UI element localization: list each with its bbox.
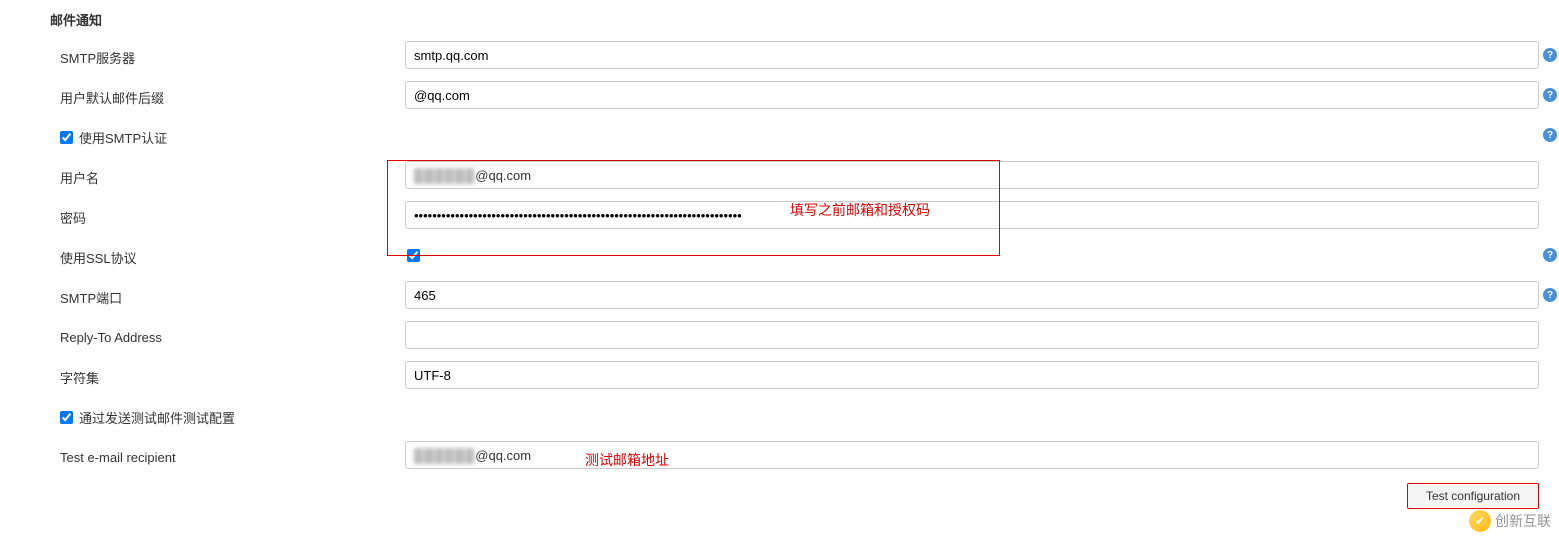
- label-smtp-server: SMTP服务器: [50, 44, 405, 67]
- username-visible-suffix: @qq.com: [475, 168, 531, 183]
- row-smtp-port: SMTP端口 ?: [50, 279, 1559, 311]
- label-smtp-port: SMTP端口: [50, 284, 405, 307]
- row-use-ssl: 使用SSL协议 ?: [50, 239, 1559, 271]
- help-icon[interactable]: ?: [1543, 48, 1557, 62]
- help-icon[interactable]: ?: [1543, 248, 1557, 262]
- label-test-recipient: Test e-mail recipient: [50, 446, 405, 465]
- section-title: 邮件通知: [50, 10, 1559, 29]
- input-charset[interactable]: [405, 361, 1539, 389]
- input-reply-to[interactable]: [405, 321, 1539, 349]
- input-smtp-port[interactable]: [405, 281, 1539, 309]
- label-charset: 字符集: [50, 364, 405, 387]
- label-send-test: 通过发送测试邮件测试配置: [79, 408, 235, 427]
- watermark-icon: ✔: [1469, 510, 1491, 532]
- input-test-recipient[interactable]: ██████@qq.com: [405, 441, 1539, 469]
- help-icon[interactable]: ?: [1543, 128, 1557, 142]
- checkbox-send-test[interactable]: [60, 411, 73, 424]
- row-charset: 字符集: [50, 359, 1559, 391]
- watermark: ✔ 创新互联: [1469, 510, 1551, 532]
- label-use-smtp-auth: 使用SMTP认证: [79, 128, 167, 147]
- help-icon[interactable]: ?: [1543, 88, 1557, 102]
- row-password: 密码: [50, 199, 1559, 231]
- row-user-suffix: 用户默认邮件后缀 ?: [50, 79, 1559, 111]
- input-smtp-server[interactable]: [405, 41, 1539, 69]
- checkbox-use-ssl[interactable]: [407, 249, 420, 262]
- button-row: Test configuration: [50, 483, 1559, 509]
- checkbox-use-smtp-auth[interactable]: [60, 131, 73, 144]
- row-username: 用户名 ██████@qq.com: [50, 159, 1559, 191]
- row-use-smtp-auth: 使用SMTP认证 ?: [50, 119, 1559, 151]
- blurred-text: ██████: [414, 448, 475, 463]
- input-password[interactable]: [405, 201, 1539, 229]
- label-use-ssl: 使用SSL协议: [50, 244, 405, 267]
- label-reply-to: Reply-To Address: [50, 326, 405, 345]
- blurred-text: ██████: [414, 168, 475, 183]
- input-username[interactable]: ██████@qq.com: [405, 161, 1539, 189]
- row-smtp-server: SMTP服务器 ?: [50, 39, 1559, 71]
- test-recipient-visible-suffix: @qq.com: [475, 448, 531, 463]
- test-configuration-button[interactable]: Test configuration: [1407, 483, 1539, 509]
- label-password: 密码: [50, 204, 405, 227]
- row-send-test: 通过发送测试邮件测试配置: [50, 399, 1559, 431]
- watermark-text: 创新互联: [1495, 511, 1551, 531]
- label-username: 用户名: [50, 164, 405, 187]
- row-reply-to: Reply-To Address: [50, 319, 1559, 351]
- label-user-suffix: 用户默认邮件后缀: [50, 84, 405, 107]
- input-user-suffix[interactable]: [405, 81, 1539, 109]
- help-icon[interactable]: ?: [1543, 288, 1557, 302]
- row-test-recipient: Test e-mail recipient ██████@qq.com: [50, 439, 1559, 471]
